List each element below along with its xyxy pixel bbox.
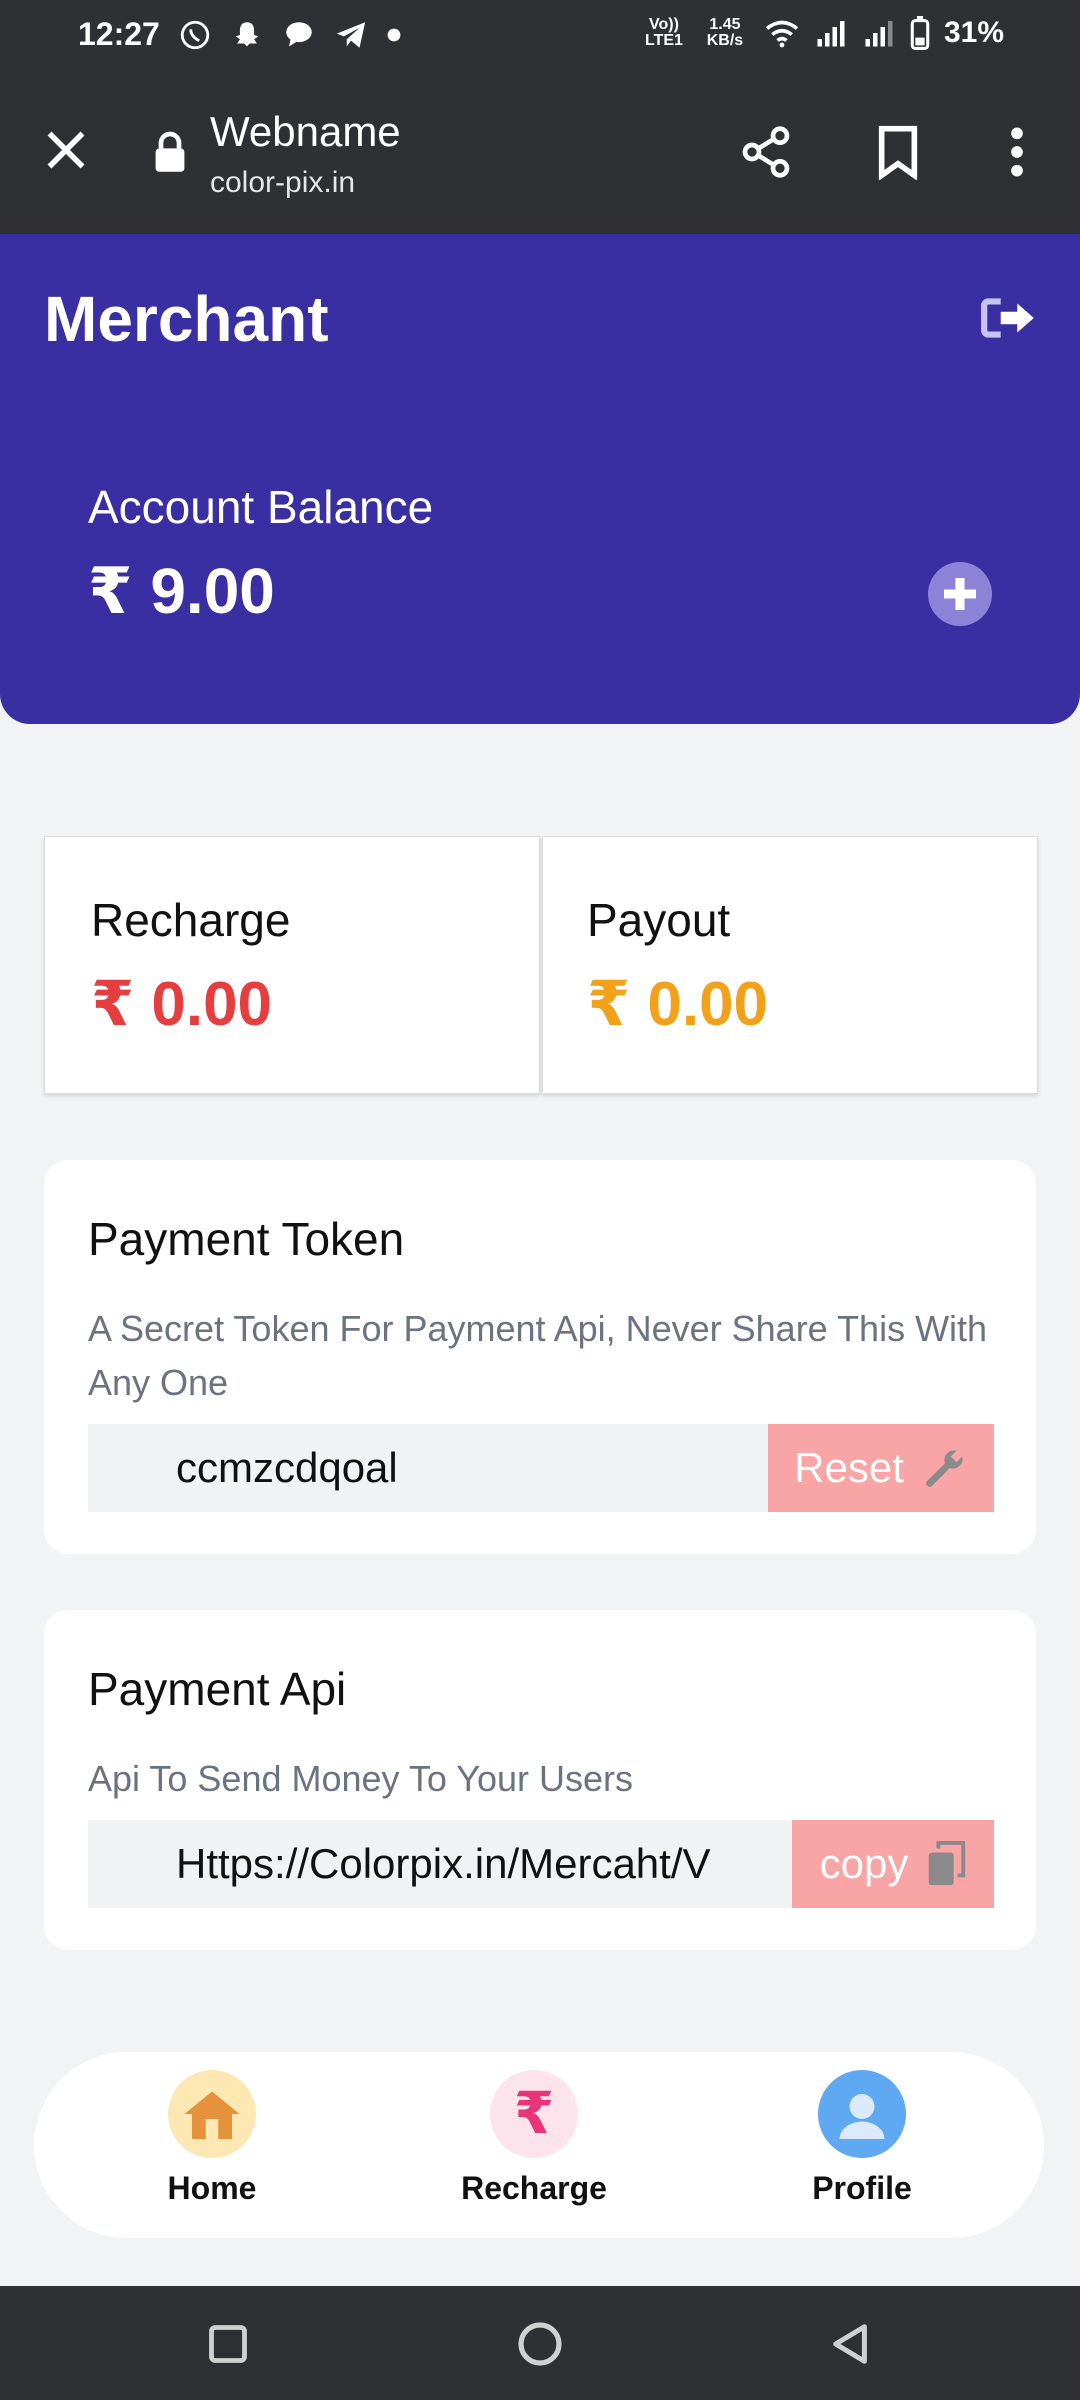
reset-button-label: Reset [794,1444,904,1491]
more-options-icon[interactable] [1000,124,1034,180]
bookmark-icon[interactable] [872,124,924,180]
copy-api-button[interactable]: copy [792,1820,994,1908]
snapchat-icon [235,22,259,47]
status-bar: 12:27 Vo)) LTE1 1.45 KB/s 31% [0,0,1080,78]
lock-icon [155,131,185,172]
logout-icon[interactable] [980,294,1038,342]
system-navigation-bar [0,2286,1080,2400]
signal-icon-2 [865,21,893,47]
payout-card[interactable]: Payout ₹ 0.00 [542,836,1038,1094]
wifi-icon [765,20,799,48]
payout-label: Payout [587,894,731,946]
home-circle-icon[interactable] [516,2320,564,2368]
payment-token-description: A Secret Token For Payment Api, Never Sh… [88,1308,988,1403]
dot-icon [387,28,401,42]
recharge-value: ₹ 0.00 [91,970,273,1039]
rupee-icon: ₹ [490,2070,578,2158]
payout-value: ₹ 0.00 [587,970,769,1039]
close-icon[interactable] [44,128,88,172]
account-balance-label: Account Balance [88,481,434,533]
payment-token-panel: Payment Token A Secret Token For Payment… [44,1160,1036,1554]
nav-home-label: Home [167,2170,257,2206]
profile-icon [818,2070,906,2158]
status-time: 12:27 [78,16,160,52]
reset-token-button[interactable]: Reset [768,1424,994,1512]
battery-percent: 31% [943,16,1004,49]
signal-icon-1 [817,21,845,47]
telegram-icon [336,22,366,48]
nav-home[interactable]: Home [112,2070,312,2207]
share-icon[interactable] [738,124,794,180]
add-balance-icon[interactable] [928,562,992,626]
account-balance-value: ₹ 9.00 [88,555,275,627]
nav-profile-label: Profile [812,2170,912,2206]
notification-icons [178,18,402,52]
copy-button-label: copy [819,1840,909,1887]
site-title: Webname [210,108,401,155]
site-url: color-pix.in [210,166,356,199]
payment-token-title: Payment Token [88,1213,405,1265]
payment-token-field[interactable]: ccmzcdqoal [88,1424,768,1512]
nav-profile[interactable]: Profile [762,2070,962,2207]
payment-api-panel: Payment Api Api To Send Money To Your Us… [44,1610,1036,1950]
wrench-icon [926,1450,963,1487]
payment-api-description: Api To Send Money To Your Users [88,1758,634,1799]
back-icon[interactable] [828,2320,874,2368]
nav-recharge-label: Recharge [461,2170,607,2206]
recharge-label: Recharge [91,894,291,946]
network-speed: 1.45 KB/s [706,16,744,49]
payment-api-field[interactable]: Https://Colorpix.in/Mercaht/V [88,1820,794,1908]
home-icon [168,2070,256,2158]
recents-icon[interactable] [206,2322,250,2366]
browser-toolbar: Webname color-pix.in [0,78,1080,234]
whatsapp-icon [180,20,210,50]
recharge-card[interactable]: Recharge ₹ 0.00 [44,836,540,1094]
volte-indicator: Vo)) LTE1 [644,16,683,49]
chat-icon [286,22,312,47]
bottom-navigation: Home ₹ Recharge Profile [34,2052,1044,2238]
nav-recharge[interactable]: ₹ Recharge [434,2070,634,2207]
copy-icon [929,1841,966,1886]
page-title: Merchant [44,283,329,355]
payment-api-title: Payment Api [88,1663,347,1715]
merchant-header: Merchant Account Balance ₹ 9.00 [0,234,1080,724]
battery-icon [910,16,930,50]
status-right: Vo)) LTE1 1.45 KB/s 31% [642,16,1004,50]
